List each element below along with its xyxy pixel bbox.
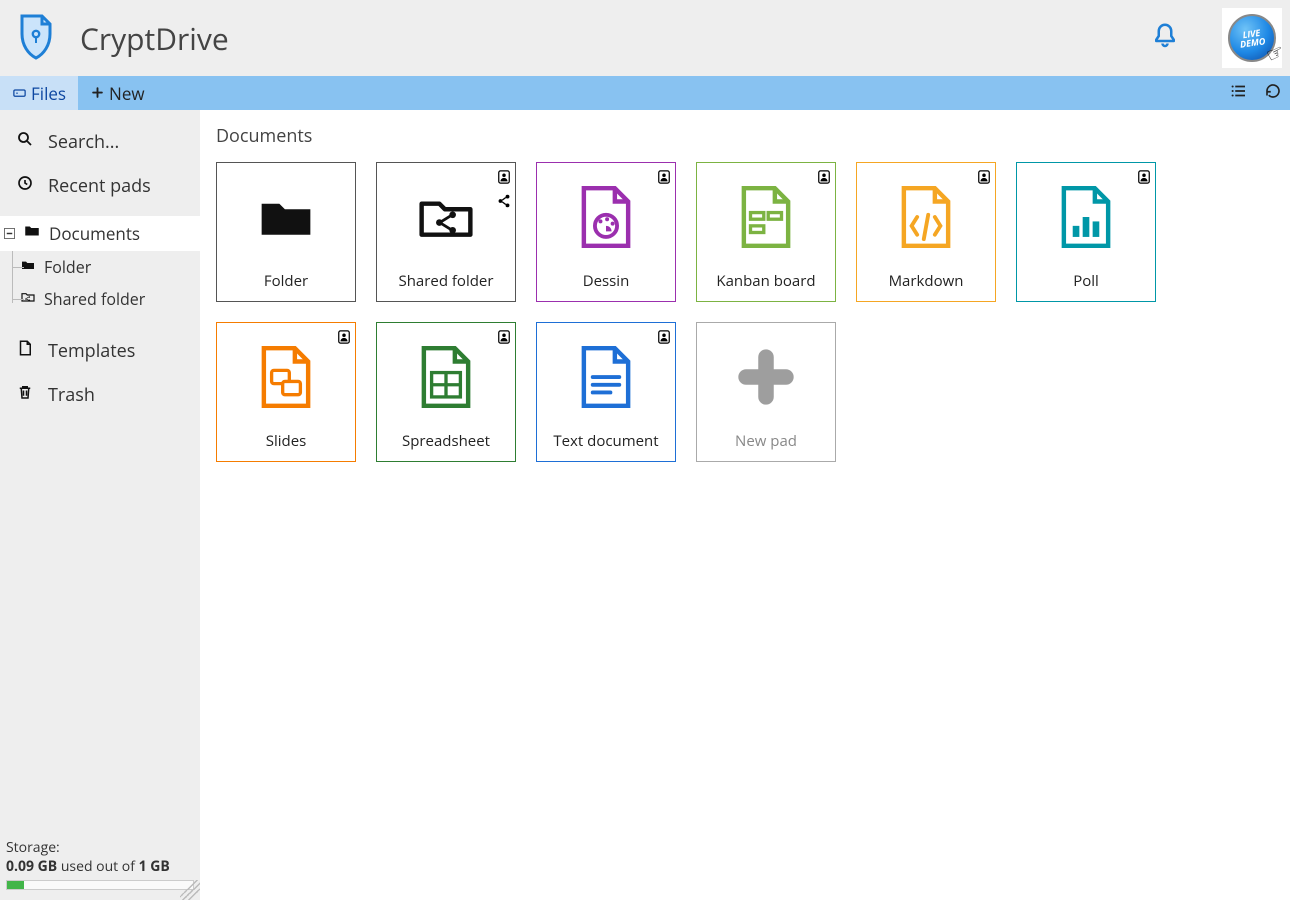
search-button[interactable]: Search... xyxy=(0,120,200,164)
grid-item[interactable]: Slides xyxy=(216,322,356,462)
tree-child-folder[interactable]: Folder xyxy=(20,251,200,283)
storage-fill xyxy=(7,881,24,889)
grid-item-label: Folder xyxy=(260,271,312,291)
grid-item[interactable]: Text document xyxy=(536,322,676,462)
folder-icon xyxy=(20,256,36,278)
files-tab-label: Files xyxy=(31,82,66,105)
storage-used-line: 0.09 GB used out of 1 GB xyxy=(6,857,194,876)
person-badge-icon xyxy=(497,167,511,189)
person-badge-icon xyxy=(497,327,511,349)
item-badges xyxy=(817,167,831,189)
grid-item-label: Shared folder xyxy=(395,271,498,291)
new-button-label: New xyxy=(109,82,145,105)
grid-item[interactable]: Markdown xyxy=(856,162,996,302)
person-badge-icon xyxy=(977,167,991,189)
shared-folder-icon xyxy=(377,163,515,271)
search-icon xyxy=(16,130,34,154)
grid-item[interactable]: Shared folder xyxy=(376,162,516,302)
tree-child-shared-folder[interactable]: Shared folder xyxy=(20,283,200,315)
person-badge-icon xyxy=(657,327,671,349)
item-badges xyxy=(657,327,671,349)
person-badge-icon xyxy=(337,327,351,349)
storage-info: Storage: 0.09 GB used out of 1 GB xyxy=(0,832,200,900)
tree-root-documents[interactable]: Documents xyxy=(0,216,200,251)
spreadsheet-icon xyxy=(377,323,515,431)
tree-child-folder-label: Folder xyxy=(44,256,91,278)
folder-open-icon xyxy=(23,222,41,245)
list-view-button[interactable] xyxy=(1222,76,1256,110)
grid-item-label: New pad xyxy=(731,431,801,451)
live-demo-badge-icon: LIVE DEMO ☞ xyxy=(1228,14,1276,62)
folder-icon xyxy=(217,163,355,271)
search-label: Search... xyxy=(48,130,119,154)
templates-label: Templates xyxy=(48,339,135,363)
storage-bar xyxy=(6,880,194,890)
items-grid: Folder Shared folder Dessin Kanban board Mar… xyxy=(216,162,1274,462)
grid-item-label: Dessin xyxy=(579,271,634,291)
sidebar: Search... Recent pads Documents Folder S… xyxy=(0,110,200,900)
grid-item-label: Slides xyxy=(262,431,311,451)
item-badges xyxy=(657,167,671,189)
grid-item-label: Text document xyxy=(549,431,662,451)
grid-item[interactable]: Dessin xyxy=(536,162,676,302)
slides-icon xyxy=(217,323,355,431)
trash-icon xyxy=(16,383,34,407)
item-badges xyxy=(497,327,511,349)
poll-icon xyxy=(1017,163,1155,271)
plus-icon xyxy=(697,323,835,431)
recent-pads-button[interactable]: Recent pads xyxy=(0,164,200,208)
storage-label: Storage: xyxy=(6,838,194,857)
share-badge-icon xyxy=(497,191,511,213)
grid-item[interactable]: Spreadsheet xyxy=(376,322,516,462)
main-area: Documents Folder Shared folder Dessin Kanba… xyxy=(200,110,1290,900)
item-badges xyxy=(977,167,991,189)
person-badge-icon xyxy=(817,167,831,189)
app-logo-icon xyxy=(16,14,56,62)
sidebar-resize-handle[interactable] xyxy=(180,880,200,900)
history-icon xyxy=(1264,82,1282,105)
history-button[interactable] xyxy=(1256,76,1290,110)
new-button[interactable]: New xyxy=(78,76,157,110)
clock-icon xyxy=(16,174,34,198)
trash-button[interactable]: Trash xyxy=(0,373,200,417)
template-icon xyxy=(16,339,34,363)
app-title: CryptDrive xyxy=(80,18,229,59)
shared-folder-icon xyxy=(20,288,36,310)
bell-icon xyxy=(1150,21,1180,56)
breadcrumb[interactable]: Documents xyxy=(216,124,1274,148)
grid-item-label: Kanban board xyxy=(712,271,819,291)
collapse-icon xyxy=(4,228,15,239)
kanban-icon xyxy=(697,163,835,271)
list-icon xyxy=(1230,82,1248,105)
grid-item-label: Spreadsheet xyxy=(398,431,494,451)
new-pad-button[interactable]: New pad xyxy=(696,322,836,462)
grid-item[interactable]: Folder xyxy=(216,162,356,302)
text-icon xyxy=(537,323,675,431)
templates-button[interactable]: Templates xyxy=(0,329,200,373)
dessin-icon xyxy=(537,163,675,271)
item-badges xyxy=(497,167,511,213)
item-badges xyxy=(337,327,351,349)
grid-item[interactable]: Poll xyxy=(1016,162,1156,302)
person-badge-icon xyxy=(657,167,671,189)
toolbar: Files New xyxy=(0,76,1290,110)
tree-child-shared-folder-label: Shared folder xyxy=(44,288,145,310)
app-header: CryptDrive LIVE DEMO ☞ xyxy=(0,0,1290,76)
trash-label: Trash xyxy=(48,383,95,407)
grid-item-label: Poll xyxy=(1069,271,1103,291)
tree-root-label: Documents xyxy=(49,222,140,245)
plus-icon xyxy=(90,82,105,105)
grid-item-label: Markdown xyxy=(885,271,968,291)
user-avatar-button[interactable]: LIVE DEMO ☞ xyxy=(1222,8,1282,68)
recent-pads-label: Recent pads xyxy=(48,174,151,198)
notifications-button[interactable] xyxy=(1144,17,1186,59)
drive-icon xyxy=(12,82,27,105)
item-badges xyxy=(1137,167,1151,189)
files-tab[interactable]: Files xyxy=(0,76,78,110)
markdown-icon xyxy=(857,163,995,271)
person-badge-icon xyxy=(1137,167,1151,189)
grid-item[interactable]: Kanban board xyxy=(696,162,836,302)
